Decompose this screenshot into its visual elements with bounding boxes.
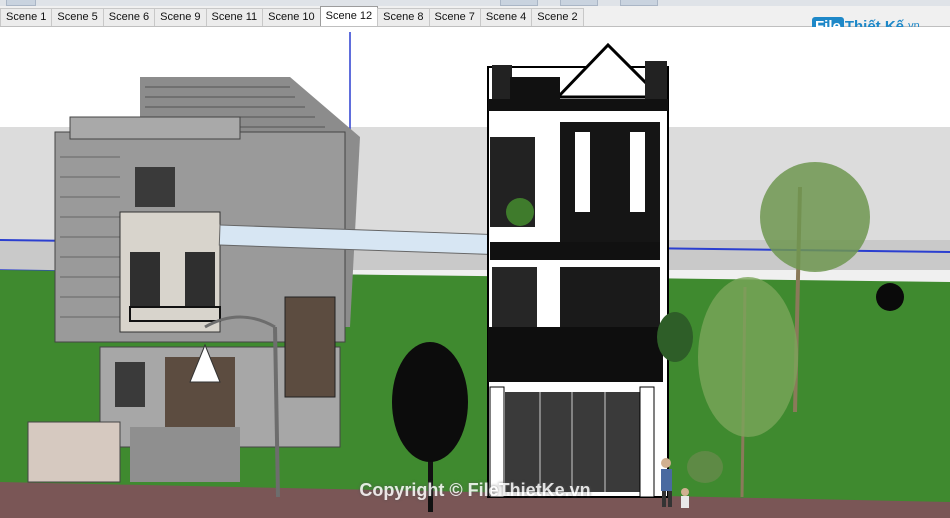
tab-scene-5[interactable]: Scene 5 — [51, 8, 104, 26]
tab-scene-10[interactable]: Scene 10 — [262, 8, 321, 26]
tab-scene-4[interactable]: Scene 4 — [479, 8, 533, 26]
tab-scene-8[interactable]: Scene 8 — [377, 8, 430, 26]
tab-scene-7[interactable]: Scene 7 — [428, 8, 481, 26]
scene-render — [0, 27, 950, 518]
dark-sphere — [876, 283, 904, 311]
tab-scene-1[interactable]: Scene 1 — [0, 8, 53, 26]
tab-scene-6[interactable]: Scene 6 — [102, 8, 156, 26]
tab-scene-9[interactable]: Scene 9 — [154, 8, 207, 26]
tab-scene-2[interactable]: Scene 2 — [531, 8, 584, 26]
tab-scene-12[interactable]: Scene 12 — [319, 6, 379, 26]
copyright-watermark: Copyright © FileThietKe.vn — [359, 480, 591, 500]
townhouse-model — [487, 42, 669, 498]
tab-scene-11[interactable]: Scene 11 — [205, 8, 264, 26]
model-viewport[interactable] — [0, 27, 950, 518]
scene-tab-bar: Scene 1 Scene 5 Scene 6 Scene 9 Scene 11… — [0, 6, 950, 27]
